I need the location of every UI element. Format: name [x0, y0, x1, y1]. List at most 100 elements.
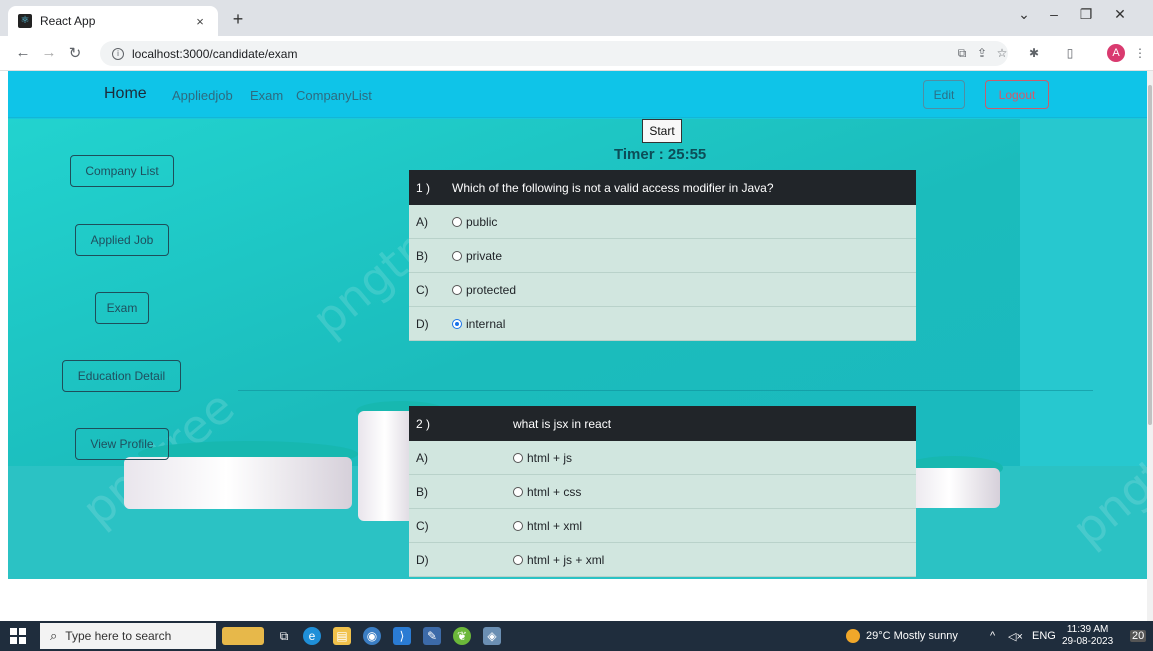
education-detail-button[interactable]: Education Detail	[62, 360, 181, 392]
radio-button[interactable]	[452, 284, 462, 295]
question-header: 1 ) Which of the following is not a vali…	[409, 170, 916, 205]
weather-icon[interactable]	[846, 629, 860, 643]
bookmark-star-icon[interactable]: ☆	[994, 46, 1010, 60]
option-text: protected	[466, 282, 517, 297]
search-highlight-icon[interactable]	[222, 627, 264, 645]
pedestal	[124, 457, 352, 509]
edit-button[interactable]: Edit	[923, 80, 965, 109]
browser-tab-strip: ⚛ React App × + ⌄ – ❐ ✕	[0, 0, 1153, 36]
spring-tool-icon[interactable]: ❦	[453, 627, 471, 645]
radio-button[interactable]	[452, 250, 462, 261]
app-icon[interactable]: ◈	[483, 627, 501, 645]
start-button[interactable]: Start	[642, 119, 682, 143]
option-row[interactable]: C) protected	[409, 273, 916, 307]
search-icon: ⌕	[50, 628, 58, 643]
option-text: private	[466, 248, 503, 263]
notepad-icon[interactable]: ✎	[423, 627, 441, 645]
divider	[238, 390, 1093, 391]
question-text: what is jsx in react	[513, 416, 612, 431]
radio-button[interactable]	[513, 452, 523, 463]
side-panel-icon[interactable]: ▯	[1062, 46, 1078, 60]
profile-avatar[interactable]: A	[1107, 44, 1125, 62]
option-row[interactable]: D) html + js + xml	[409, 543, 916, 577]
taskbar-search-input[interactable]: ⌕ Type here to search	[40, 623, 216, 649]
vscode-icon[interactable]: ⟩	[393, 627, 411, 645]
tab-search-icon[interactable]: ⌄	[1014, 6, 1034, 23]
option-letter: A)	[416, 214, 428, 229]
open-in-icon[interactable]: ⧉	[954, 46, 970, 61]
exam-button[interactable]: Exam	[95, 292, 149, 324]
windows-start-icon[interactable]	[10, 628, 26, 644]
task-view-icon[interactable]: ⧉	[275, 627, 293, 645]
browser-tab[interactable]: ⚛ React App ×	[8, 6, 218, 36]
logout-button[interactable]: Logout	[985, 80, 1049, 109]
radio-button-checked[interactable]	[452, 318, 462, 329]
chrome-icon[interactable]: ◉	[363, 627, 381, 645]
option-row[interactable]: B) private	[409, 239, 916, 273]
browser-menu-icon[interactable]: ⋮	[1132, 46, 1148, 60]
question-header: 2 ) what is jsx in react	[409, 406, 916, 441]
language-indicator[interactable]: ENG	[1032, 630, 1056, 642]
edge-browser-icon[interactable]: e	[303, 627, 321, 645]
close-tab-icon[interactable]: ×	[192, 14, 208, 29]
option-row[interactable]: B) html + css	[409, 475, 916, 509]
address-bar[interactable]: i localhost:3000/candidate/exam	[100, 41, 1008, 66]
option-letter: D)	[416, 316, 429, 331]
question-number: 2 )	[416, 416, 431, 431]
close-window-button[interactable]: ✕	[1110, 6, 1130, 23]
option-text: html + js	[527, 450, 573, 465]
tray-overflow-icon[interactable]: ^	[990, 630, 995, 642]
option-text: html + css	[527, 484, 582, 499]
file-explorer-icon[interactable]: ▤	[333, 627, 351, 645]
tab-title: React App	[40, 14, 96, 28]
question-text: Which of the following is not a valid ac…	[452, 180, 774, 195]
site-info-icon[interactable]: i	[112, 47, 124, 60]
minimize-button[interactable]: –	[1044, 6, 1064, 22]
radio-button[interactable]	[513, 554, 523, 565]
option-letter: B)	[416, 484, 428, 499]
applied-job-button[interactable]: Applied Job	[75, 224, 169, 256]
clock-date: 29-08-2023	[1062, 636, 1114, 647]
option-letter: D)	[416, 552, 429, 567]
url-text: localhost:3000/candidate/exam	[132, 46, 298, 61]
question-table: 2 ) what is jsx in react A) html + js B)…	[409, 406, 916, 577]
restore-button[interactable]: ❐	[1076, 6, 1096, 23]
share-icon[interactable]: ⇪	[974, 46, 990, 60]
search-placeholder: Type here to search	[65, 629, 172, 643]
option-text: public	[466, 214, 498, 229]
option-row[interactable]: A) public	[409, 205, 916, 239]
weather-text[interactable]: 29°C Mostly sunny	[866, 630, 958, 642]
page-viewport: pngtree pngtree pngtree Home Appliedjob …	[8, 71, 1147, 579]
clock-time: 11:39 AM	[1066, 624, 1109, 635]
windows-taskbar: ⌕ Type here to search ⧉ e ▤ ◉ ⟩ ✎ ❦ ◈ 29…	[0, 621, 1153, 651]
nav-appliedjob-link[interactable]: Appliedjob	[172, 88, 233, 103]
taskbar-clock[interactable]: 11:39 AM 29-08-2023	[1062, 624, 1113, 648]
option-row[interactable]: D) internal	[409, 307, 916, 341]
nav-companylist-link[interactable]: CompanyList	[296, 88, 372, 103]
new-tab-button[interactable]: +	[228, 9, 248, 30]
radio-button[interactable]	[513, 520, 523, 531]
back-arrow-icon[interactable]: ←	[14, 44, 32, 61]
app-navbar: Home Appliedjob Exam CompanyList Edit Lo…	[8, 71, 1147, 118]
radio-button[interactable]	[513, 486, 523, 497]
volume-icon[interactable]: ◁×	[1008, 630, 1023, 643]
react-favicon-icon: ⚛	[18, 14, 32, 28]
company-list-button[interactable]: Company List	[70, 155, 174, 187]
exam-timer: Timer : 25:55	[614, 146, 707, 163]
option-row[interactable]: A) html + js	[409, 441, 916, 475]
view-profile-button[interactable]: View Profile	[75, 428, 169, 460]
option-letter: A)	[416, 450, 428, 465]
question-table: 1 ) Which of the following is not a vali…	[409, 170, 916, 341]
radio-button[interactable]	[452, 216, 462, 227]
nav-home-link[interactable]: Home	[104, 85, 147, 103]
scrollbar-thumb[interactable]	[1148, 85, 1152, 425]
option-text: html + js + xml	[527, 552, 605, 567]
browser-toolbar: ← → ↻ i localhost:3000/candidate/exam ⧉ …	[0, 36, 1153, 71]
reload-icon[interactable]: ↻	[66, 44, 84, 62]
notification-badge[interactable]: 20	[1130, 630, 1147, 642]
extensions-puzzle-icon[interactable]: ✱	[1026, 46, 1042, 60]
forward-arrow-icon[interactable]: →	[40, 44, 58, 61]
pedestal	[908, 468, 1000, 508]
option-row[interactable]: C) html + xml	[409, 509, 916, 543]
nav-exam-link[interactable]: Exam	[250, 88, 283, 103]
